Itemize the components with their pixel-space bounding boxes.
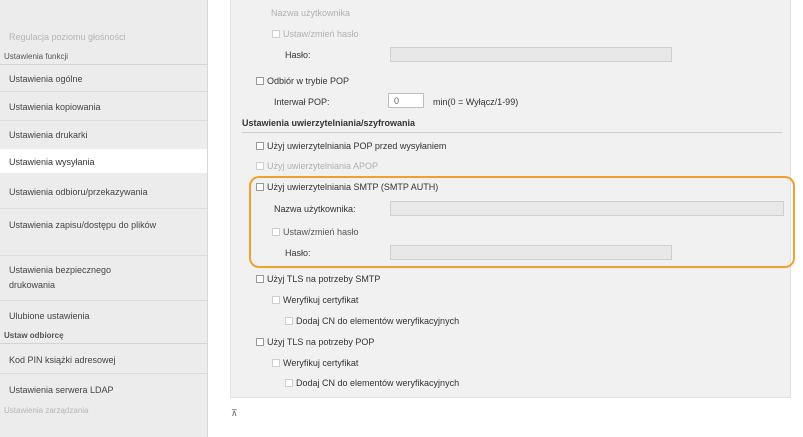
- tls-smtp-checkbox[interactable]: Użyj TLS na potrzeby SMTP: [256, 274, 380, 284]
- sidebar-item-general[interactable]: Ustawienia ogólne: [0, 73, 207, 85]
- checkbox-label: Użyj uwierzytelniania APOP: [267, 161, 379, 171]
- pop-interval-unit: min(0 = Wyłącz/1-99): [433, 97, 519, 107]
- pop-interval-label: Interwał POP:: [274, 97, 330, 107]
- auth-section-title: Ustawienia uwierzytelniania/szyfrowania: [242, 118, 416, 128]
- sidebar-item-volume[interactable]: Regulacja poziomu głośności: [0, 31, 207, 43]
- smtp-username-label: Nazwa użytkownika:: [274, 204, 356, 214]
- settings-sidebar: Regulacja poziomu głośności Ustawienia f…: [0, 0, 208, 437]
- sidebar-item-secure-print[interactable]: Ustawienia bezpiecznego drukowania: [0, 263, 140, 293]
- checkbox-label: Użyj TLS na potrzeby POP: [267, 337, 375, 347]
- checkbox-icon[interactable]: [272, 30, 280, 38]
- checkbox-icon[interactable]: [256, 338, 264, 346]
- set-change-password-checkbox-2[interactable]: Ustaw/zmień hasło: [272, 227, 359, 237]
- sidebar-item-favorites[interactable]: Ulubione ustawienia: [0, 310, 207, 322]
- checkbox-label: Użyj uwierzytelniania SMTP (SMTP AUTH): [267, 182, 439, 192]
- checkbox-label: Odbiór w trybie POP: [267, 76, 350, 86]
- checkbox-icon[interactable]: [272, 228, 280, 236]
- checkbox-icon[interactable]: [285, 379, 293, 387]
- pop-interval-value: 0: [394, 96, 400, 106]
- checkbox-icon[interactable]: [256, 142, 264, 150]
- checkbox-icon[interactable]: [256, 162, 264, 170]
- password-field-2[interactable]: [390, 245, 672, 260]
- add-cn-checkbox-1[interactable]: Dodaj CN do elementów weryfikacyjnych: [285, 316, 459, 326]
- sidebar-heading-management: Ustawienia zarządzania: [4, 406, 89, 415]
- add-cn-checkbox-2[interactable]: Dodaj CN do elementów weryfikacyjnych: [285, 378, 459, 388]
- pop-interval-input[interactable]: 0: [388, 93, 424, 108]
- checkbox-label: Weryfikuj certyfikat: [283, 358, 359, 368]
- checkbox-label: Użyj TLS na potrzeby SMTP: [267, 274, 381, 284]
- checkbox-icon[interactable]: [256, 275, 264, 283]
- password-label-1: Hasło:: [285, 50, 311, 60]
- verify-cert-checkbox-1[interactable]: Weryfikuj certyfikat: [272, 295, 358, 305]
- smtp-username-field[interactable]: [390, 201, 784, 216]
- scroll-to-top-icon[interactable]: ⊼: [231, 409, 240, 418]
- checkbox-icon[interactable]: [285, 317, 293, 325]
- sidebar-item-copy[interactable]: Ustawienia kopiowania: [0, 101, 207, 113]
- verify-cert-checkbox-2[interactable]: Weryfikuj certyfikat: [272, 358, 358, 368]
- smtp-auth-checkbox[interactable]: Użyj uwierzytelniania SMTP (SMTP AUTH): [256, 182, 438, 192]
- checkbox-icon[interactable]: [256, 77, 264, 85]
- pop-receive-checkbox[interactable]: Odbiór w trybie POP: [256, 76, 349, 86]
- sidebar-item-send[interactable]: Ustawienia wysyłania: [0, 149, 207, 173]
- password-field-1[interactable]: [390, 47, 672, 62]
- send-settings-panel: Nazwa użytkownika Ustaw/zmień hasło Hasł…: [230, 0, 791, 398]
- checkbox-label: Dodaj CN do elementów weryfikacyjnych: [296, 378, 460, 388]
- sidebar-item-receive-forward[interactable]: Ustawienia odbioru/przekazywania: [0, 186, 207, 198]
- checkbox-icon[interactable]: [256, 183, 264, 191]
- checkbox-label: Ustaw/zmień hasło: [283, 227, 359, 237]
- checkbox-label: Użyj uwierzytelniania POP przed wysyłani…: [267, 141, 447, 151]
- pop-before-send-checkbox[interactable]: Użyj uwierzytelniania POP przed wysyłani…: [256, 141, 446, 151]
- sidebar-item-printer[interactable]: Ustawienia drukarki: [0, 129, 207, 141]
- checkbox-icon[interactable]: [272, 359, 280, 367]
- top-faded-label: Nazwa użytkownika: [271, 8, 351, 18]
- set-change-password-checkbox-1[interactable]: Ustaw/zmień hasło: [272, 29, 359, 39]
- checkbox-label: Weryfikuj certyfikat: [283, 295, 359, 305]
- sidebar-item-address-book-pin[interactable]: Kod PIN książki adresowej: [0, 354, 207, 366]
- checkbox-label: Ustaw/zmień hasło: [283, 29, 359, 39]
- password-label-2: Hasło:: [285, 248, 311, 258]
- sidebar-item-store-access[interactable]: Ustawienia zapisu/dostępu do plików: [0, 218, 170, 233]
- sidebar-heading-function-settings: Ustawienia funkcji: [0, 52, 207, 65]
- sidebar-heading-destination: Ustaw odbiorcę: [0, 331, 207, 344]
- sidebar-item-ldap[interactable]: Ustawienia serwera LDAP: [0, 384, 207, 396]
- apop-checkbox[interactable]: Użyj uwierzytelniania APOP: [256, 161, 378, 171]
- checkbox-label: Dodaj CN do elementów weryfikacyjnych: [296, 316, 460, 326]
- tls-pop-checkbox[interactable]: Użyj TLS na potrzeby POP: [256, 337, 374, 347]
- checkbox-icon[interactable]: [272, 296, 280, 304]
